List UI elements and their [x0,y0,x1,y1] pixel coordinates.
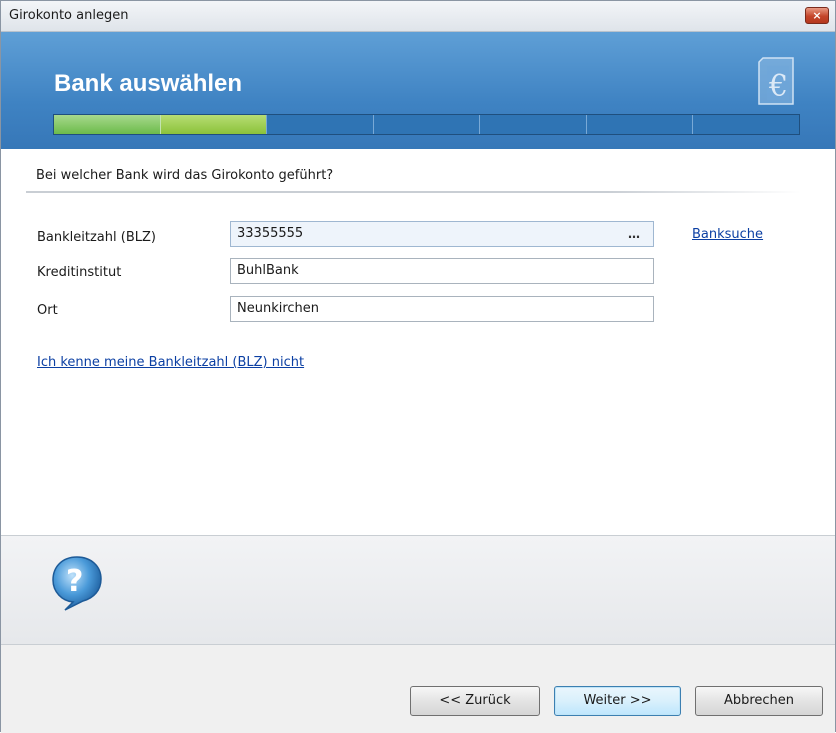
kreditinstitut-value: BuhlBank [237,263,299,278]
ort-value: Neunkirchen [237,301,320,316]
close-button[interactable]: × [805,7,829,24]
blz-label: Bankleitzahl (BLZ) [37,230,156,245]
dialog-window: Girokonto anlegen × Bank auswählen € Bei… [0,0,836,733]
svg-text:?: ? [66,564,83,599]
next-button[interactable]: Weiter >> [554,686,681,716]
progress-segment [693,115,799,134]
blz-value: 33355555 [237,226,304,241]
close-icon: × [812,9,822,22]
help-panel: ? [1,535,835,644]
progress-segment [374,115,481,134]
cancel-button[interactable]: Abbrechen [695,686,823,716]
help-question-icon[interactable]: ? [51,554,103,612]
euro-document-icon: € [758,57,794,105]
browse-blz-button[interactable]: … [625,224,643,244]
title-bar: Girokonto anlegen × [1,1,835,32]
divider [26,191,801,193]
button-bar: << Zurück Weiter >> Abbrechen [1,644,835,733]
blz-input[interactable]: 33355555 … [230,221,654,247]
banksuche-link[interactable]: Banksuche [692,227,763,242]
page-title: Bank auswählen [54,70,243,97]
ort-input[interactable]: Neunkirchen [230,296,654,322]
svg-text:€: € [768,69,788,104]
progress-segment [480,115,587,134]
ort-label: Ort [37,303,58,318]
question-text: Bei welcher Bank wird das Girokonto gefü… [36,168,334,183]
progress-segment [160,115,268,134]
progress-segment [267,115,374,134]
kreditinstitut-label: Kreditinstitut [37,265,122,280]
progress-segment [587,115,694,134]
progress-segment [54,115,161,134]
wizard-header: Bank auswählen € [1,32,835,149]
back-button[interactable]: << Zurück [410,686,540,716]
wizard-progress-bar [53,114,800,135]
kreditinstitut-input[interactable]: BuhlBank [230,258,654,284]
unknown-blz-link[interactable]: Ich kenne meine Bankleitzahl (BLZ) nicht [37,355,304,370]
window-title: Girokonto anlegen [9,8,129,23]
